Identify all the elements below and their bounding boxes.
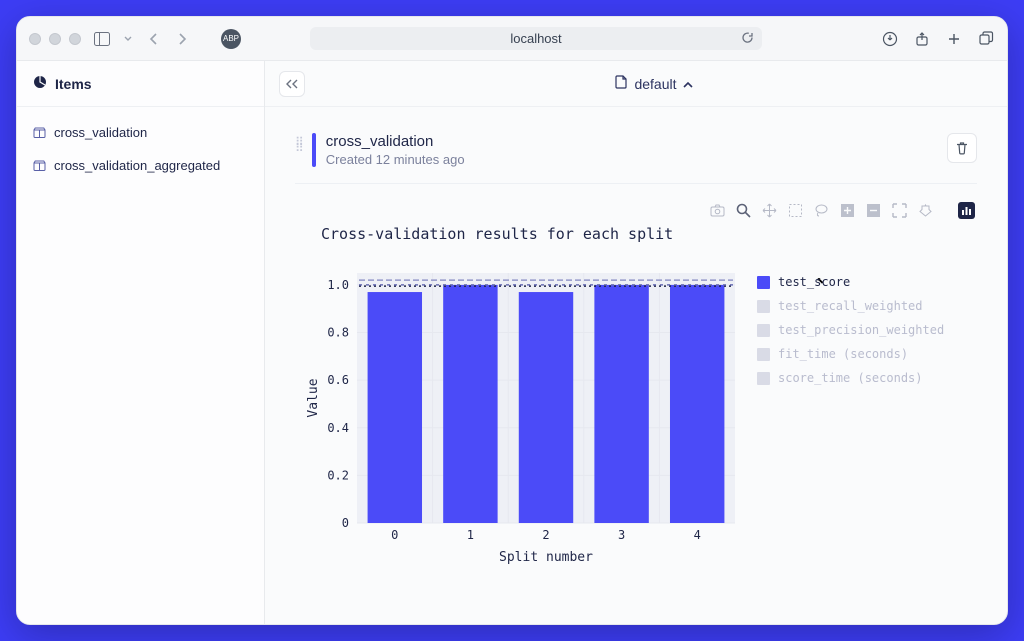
legend-swatch [757,372,770,385]
legend-item-score_time[interactable]: score_time (seconds) [757,371,944,385]
svg-text:0.8: 0.8 [327,326,349,340]
svg-text:2: 2 [542,528,549,542]
collapse-sidebar-button[interactable] [279,71,305,97]
main-panel: default ⠿⠿ cross_validation Created 12 m… [265,61,1007,624]
legend-item-test_recall_weighted[interactable]: test_recall_weighted [757,299,944,313]
legend-swatch [757,324,770,337]
card-subtitle: Created 12 minutes ago [326,152,465,167]
legend-label: score_time (seconds) [778,371,923,385]
browser-chrome: ABP localhost [17,17,1007,61]
camera-icon[interactable] [709,202,726,219]
forward-icon[interactable] [173,30,191,48]
svg-text:3: 3 [618,528,625,542]
close-window-dot[interactable] [29,33,41,45]
svg-text:4: 4 [694,528,701,542]
legend-label: test_precision_weighted [778,323,944,337]
plot-toolbar [295,184,977,223]
back-icon[interactable] [145,30,163,48]
legend-item-test_score[interactable]: test_score⬉ [757,275,944,289]
chevron-up-icon [683,76,693,92]
autoscale-icon[interactable] [891,202,908,219]
sidebar-item-label: cross_validation_aggregated [54,158,220,173]
accent-bar [312,133,316,167]
sidebar-item-cross-validation[interactable]: cross_validation [27,121,254,144]
address-text: localhost [510,31,561,46]
sidebar-item-label: cross_validation [54,125,147,140]
package-icon [33,160,46,171]
content-area: ⠿⠿ cross_validation Created 12 minutes a… [265,107,1007,624]
zoom-out-icon[interactable] [865,202,882,219]
top-bar: default [265,61,1007,107]
minimize-window-dot[interactable] [49,33,61,45]
maximize-window-dot[interactable] [69,33,81,45]
download-icon[interactable] [881,30,899,48]
app-root: Items cross_validation cross_validation_… [17,61,1007,624]
zoom-in-icon[interactable] [839,202,856,219]
sidebar-toggle-icon[interactable] [93,30,111,48]
plotly-logo-icon[interactable] [958,202,975,219]
legend-swatch [757,300,770,313]
svg-text:1: 1 [467,528,474,542]
sidebar-header: Items [17,61,264,107]
card-title: cross_validation [326,133,465,150]
legend-item-test_precision_weighted[interactable]: test_precision_weighted [757,323,944,337]
legend-swatch [757,276,770,289]
chart-area: 0 0.2 0.4 0.6 0.8 1.0 0 1 2 3 4 Split number Value t… [295,263,977,569]
share-icon[interactable] [913,30,931,48]
pan-icon[interactable] [761,202,778,219]
browser-window: ABP localhost Items [16,16,1008,625]
package-icon [33,127,46,138]
tabs-icon[interactable] [977,30,995,48]
svg-text:1.0: 1.0 [327,278,349,292]
extension-badge-icon[interactable]: ABP [221,29,241,49]
svg-text:0.2: 0.2 [327,468,349,482]
legend-swatch [757,348,770,361]
reset-axes-icon[interactable] [917,202,934,219]
svg-text:0: 0 [391,528,398,542]
svg-text:0.6: 0.6 [327,373,349,387]
chart-title: Cross-validation results for each split [321,225,977,243]
zoom-icon[interactable] [735,202,752,219]
refresh-icon[interactable] [741,31,754,47]
box-select-icon[interactable] [787,202,804,219]
legend-label: test_score [778,275,850,289]
legend-label: fit_time (seconds) [778,347,908,361]
breadcrumb-label: default [634,76,676,92]
breadcrumb[interactable]: default [315,75,993,92]
items-icon [33,75,47,92]
chart-canvas[interactable]: 0 0.2 0.4 0.6 0.8 1.0 0 1 2 3 4 Split number Value [301,269,741,569]
svg-text:0: 0 [342,516,349,530]
chevron-down-icon[interactable] [123,30,133,48]
sidebar: Items cross_validation cross_validation_… [17,61,265,624]
drag-handle-icon[interactable]: ⠿⠿ [295,133,302,151]
svg-text:0.4: 0.4 [327,421,349,435]
legend-item-fit_time[interactable]: fit_time (seconds) [757,347,944,361]
address-bar[interactable]: ABP localhost [203,27,869,50]
delete-button[interactable] [947,133,977,163]
sidebar-item-cross-validation-aggregated[interactable]: cross_validation_aggregated [27,154,254,177]
svg-text:Split number: Split number [499,550,593,565]
svg-text:Value: Value [306,378,321,417]
window-controls [29,33,81,45]
file-icon [615,75,628,92]
new-tab-icon[interactable] [945,30,963,48]
lasso-select-icon[interactable] [813,202,830,219]
sidebar-title: Items [55,76,92,92]
legend-label: test_recall_weighted [778,299,923,313]
card-header: ⠿⠿ cross_validation Created 12 minutes a… [295,133,977,184]
chart-legend: test_score⬉ test_recall_weighted test_prec… [757,269,944,395]
